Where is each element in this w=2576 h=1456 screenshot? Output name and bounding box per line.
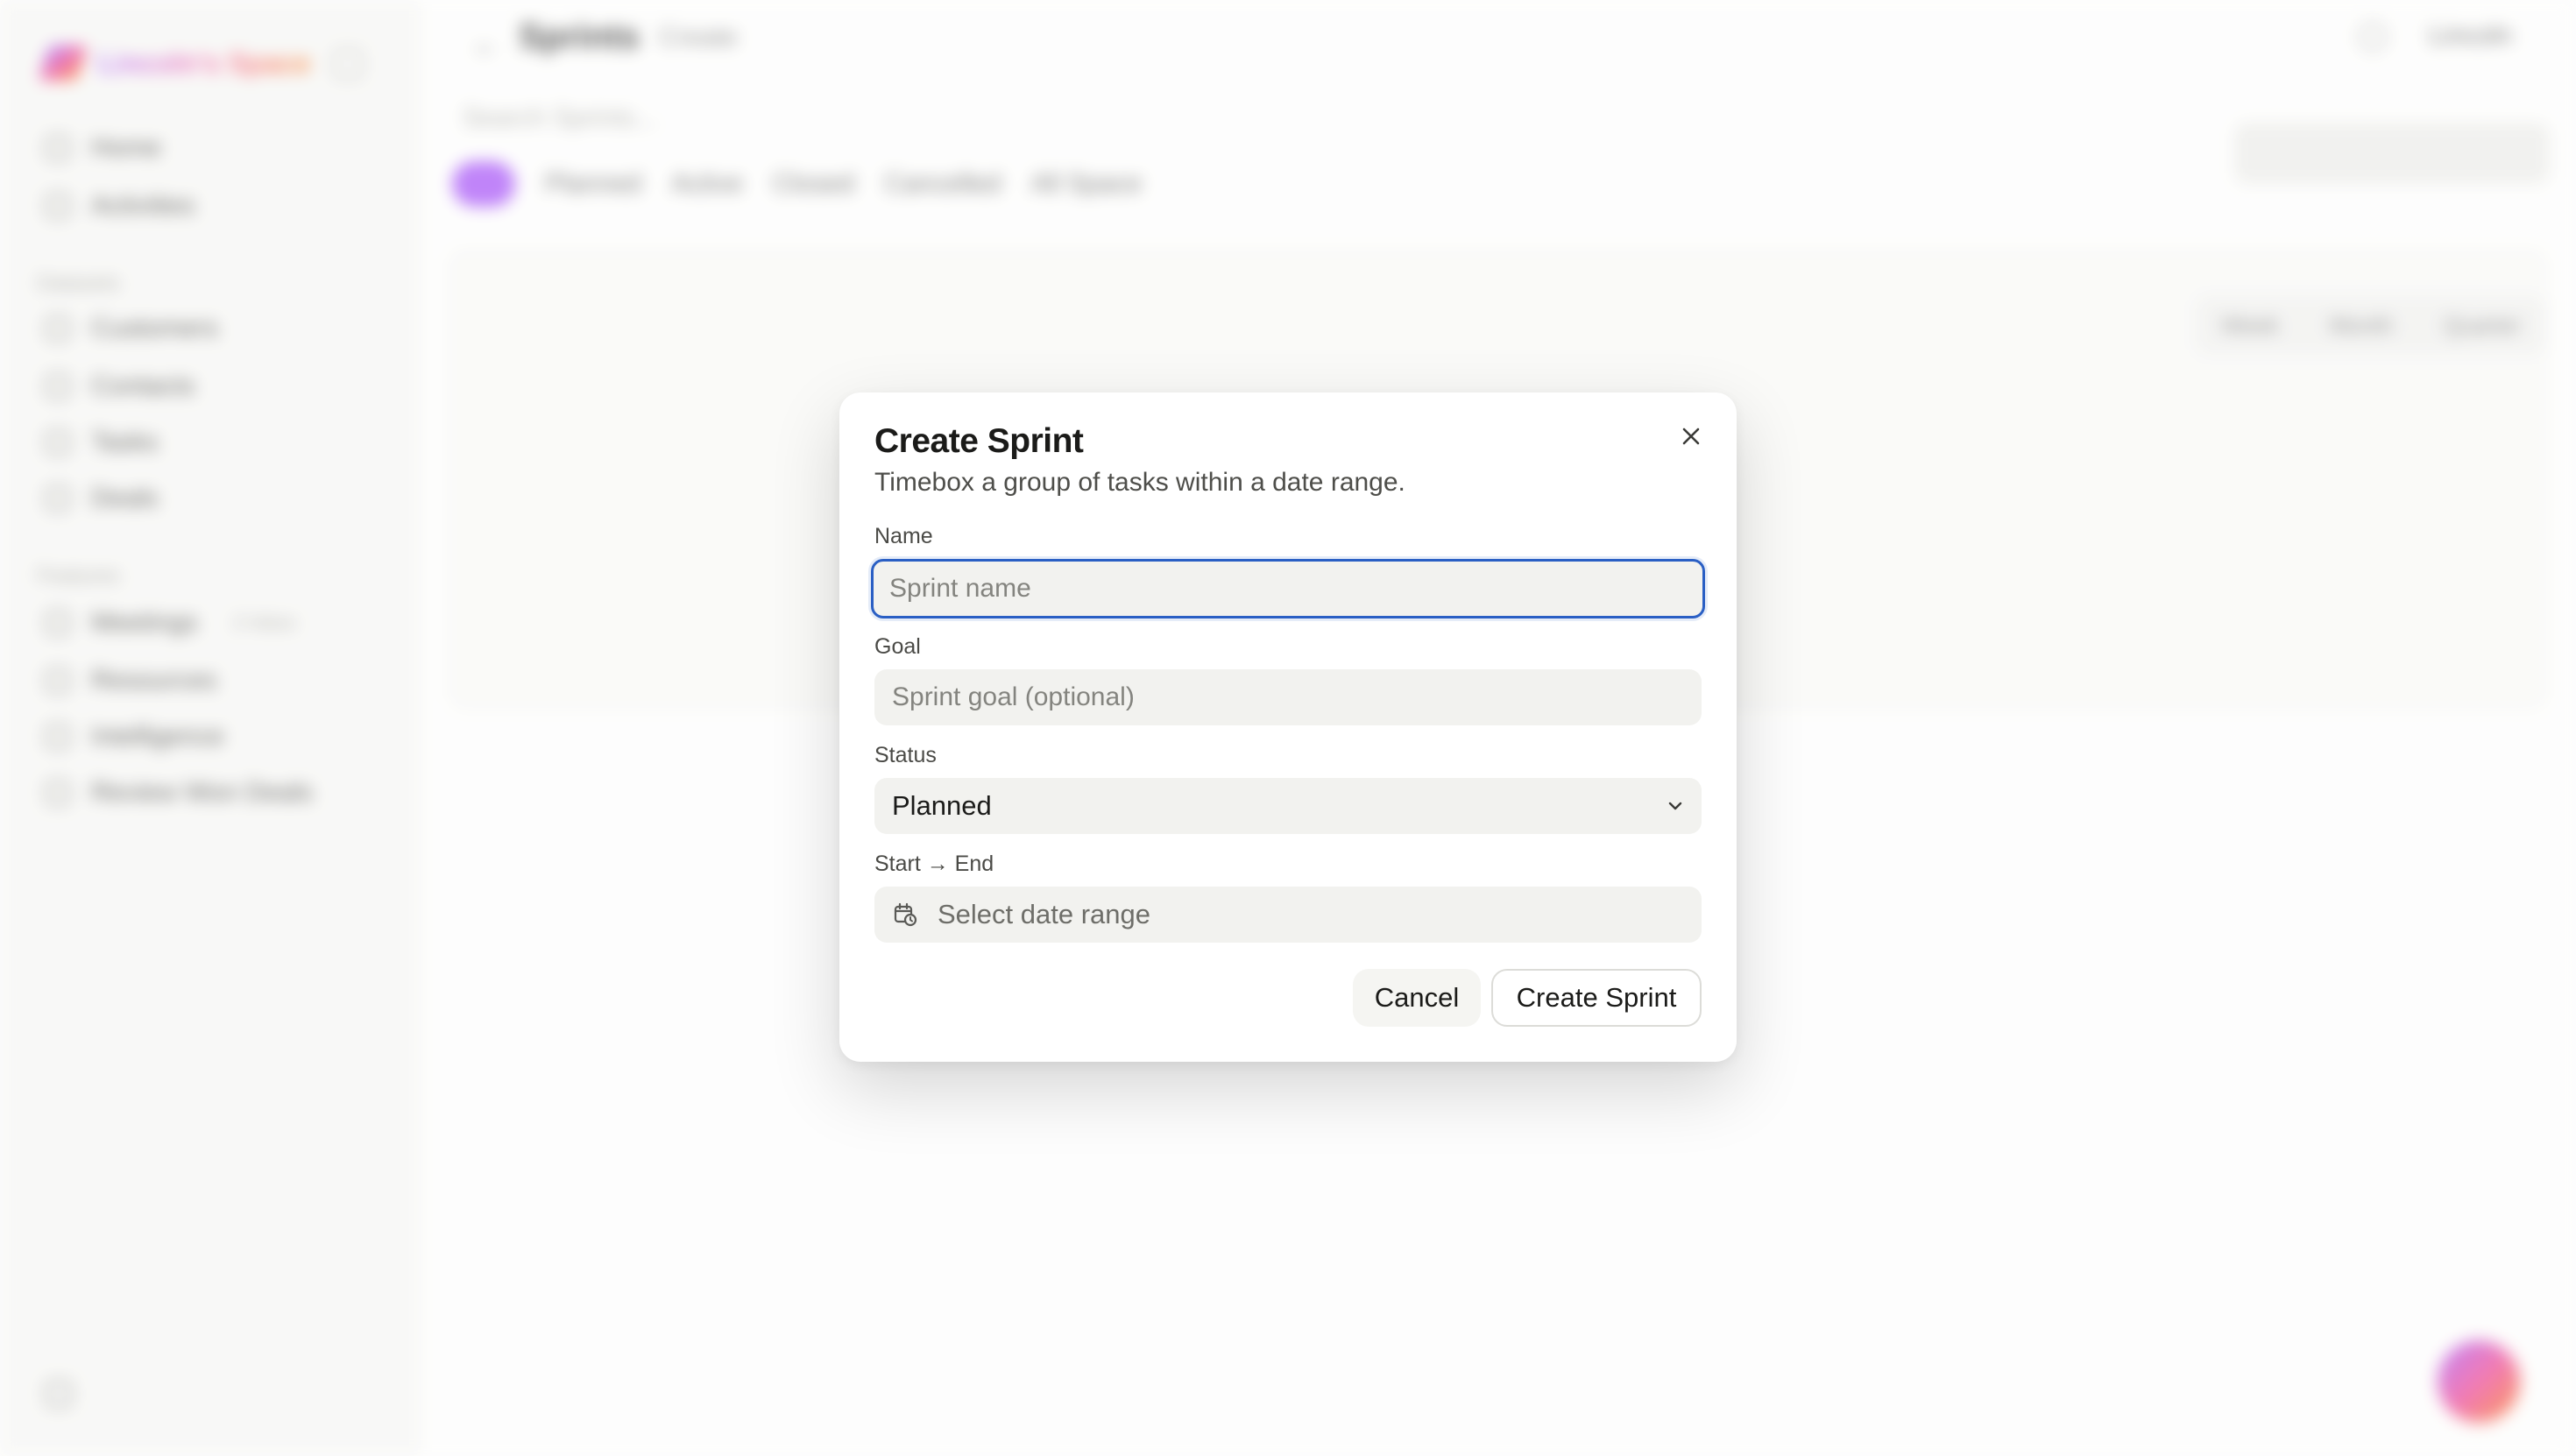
dates-label: Start → End: [874, 852, 994, 876]
name-label: Name: [874, 524, 933, 548]
date-range-picker[interactable]: Select date range: [874, 887, 1702, 943]
dialog-description: Timebox a group of tasks within a date r…: [874, 468, 1405, 497]
close-button[interactable]: [1674, 419, 1709, 454]
status-label: Status: [874, 743, 937, 767]
create-sprint-button[interactable]: Create Sprint: [1491, 969, 1702, 1027]
goal-label: Goal: [874, 634, 921, 659]
chevron-down-icon: [1668, 802, 1682, 810]
close-icon: [1682, 428, 1700, 445]
status-select-value: Planned: [892, 790, 992, 821]
date-range-placeholder: Select date range: [938, 899, 1151, 929]
status-select[interactable]: Planned: [874, 778, 1702, 834]
calendar-clock-icon: [894, 902, 917, 927]
sprint-goal-input[interactable]: [874, 669, 1702, 725]
cancel-button[interactable]: Cancel: [1353, 969, 1481, 1027]
create-sprint-dialog: Create Sprint Timebox a group of tasks w…: [839, 392, 1737, 1062]
sprint-name-input[interactable]: [871, 559, 1705, 618]
dialog-title: Create Sprint: [874, 422, 1084, 460]
